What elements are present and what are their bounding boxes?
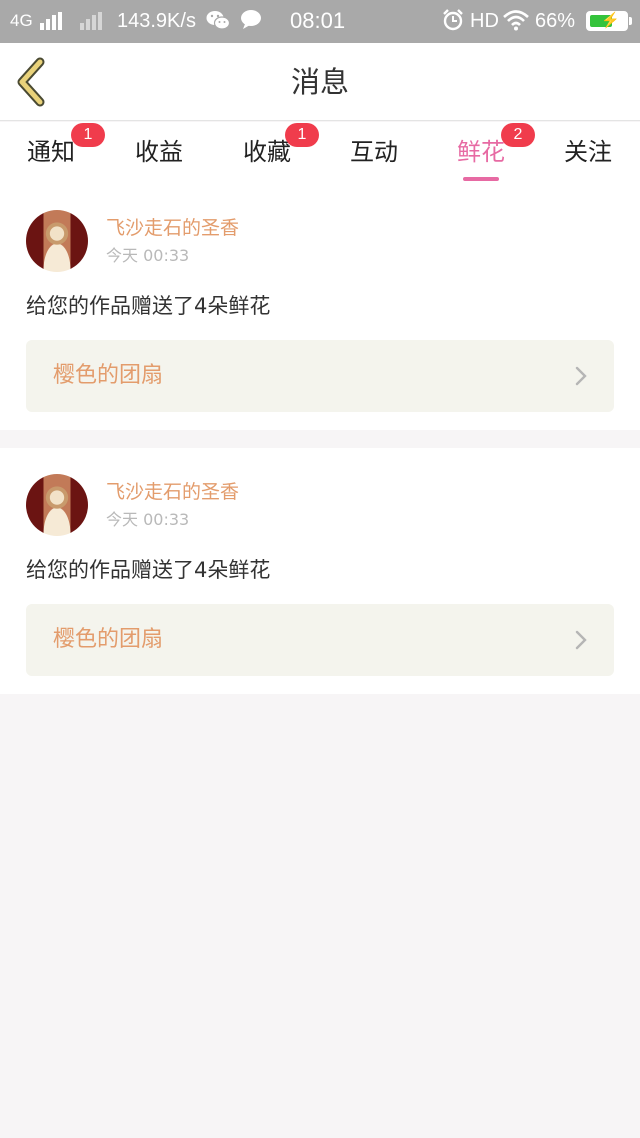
clock: 08:01 <box>290 8 346 33</box>
unread-badge: 1 <box>285 123 319 147</box>
message-time: 今天 00:33 <box>106 246 190 265</box>
cell-signal-2-icon <box>80 12 106 30</box>
alarm-icon <box>443 9 463 31</box>
chevron-right-icon <box>575 366 587 386</box>
unread-badge: 2 <box>501 123 535 147</box>
work-link[interactable]: 樱色的团扇 <box>26 604 614 676</box>
status-bar: 4G 143.9K/s 08:01 HD 66% ⚡ <box>0 0 640 43</box>
tab-label: 关注 <box>564 138 612 166</box>
tab-earnings[interactable]: 收益 <box>109 130 209 182</box>
message-text: 给您的作品赠送了4朵鲜花 <box>26 558 271 582</box>
category-tabs: 通知 1 收益 收藏 1 互动 鲜花 2 关注 <box>0 122 640 182</box>
tab-label: 互动 <box>350 138 398 166</box>
network-type: 4G <box>10 11 33 30</box>
nav-header: 消息 <box>0 43 640 121</box>
tab-flowers[interactable]: 鲜花 2 <box>431 123 535 182</box>
message-time: 今天 00:33 <box>106 510 190 529</box>
tab-notify[interactable]: 通知 1 <box>1 123 105 182</box>
page-title: 消息 <box>290 65 349 99</box>
message-card: 飞沙走石的圣香 今天 00:33 给您的作品赠送了4朵鲜花 樱色的团扇 <box>0 448 640 694</box>
tab-label: 收益 <box>135 138 183 166</box>
unread-badge: 1 <box>71 123 105 147</box>
sender-name[interactable]: 飞沙走石的圣香 <box>106 215 239 241</box>
sender-name[interactable]: 飞沙走石的圣香 <box>106 479 239 505</box>
avatar[interactable] <box>26 474 88 536</box>
cell-signal-icon <box>40 12 66 30</box>
avatar[interactable] <box>26 210 88 272</box>
wechat-icon <box>206 11 230 30</box>
work-link[interactable]: 樱色的团扇 <box>26 340 614 412</box>
work-title: 樱色的团扇 <box>53 627 164 652</box>
active-tab-indicator <box>463 177 499 181</box>
tab-interactions[interactable]: 互动 <box>324 130 424 182</box>
battery-percent: 66% <box>535 10 576 32</box>
chevron-right-icon <box>575 630 587 650</box>
hd-indicator: HD <box>470 10 499 32</box>
battery-icon: ⚡ <box>586 11 632 31</box>
message-card: 飞沙走石的圣香 今天 00:33 给您的作品赠送了4朵鲜花 樱色的团扇 <box>0 182 640 430</box>
message-bubble-icon <box>241 10 261 29</box>
message-text: 给您的作品赠送了4朵鲜花 <box>26 294 271 318</box>
tab-follows[interactable]: 关注 <box>538 130 638 182</box>
tab-favorites[interactable]: 收藏 1 <box>217 123 319 182</box>
work-title: 樱色的团扇 <box>53 363 164 388</box>
wifi-icon <box>503 10 529 31</box>
network-speed: 143.9K/s <box>117 10 196 32</box>
